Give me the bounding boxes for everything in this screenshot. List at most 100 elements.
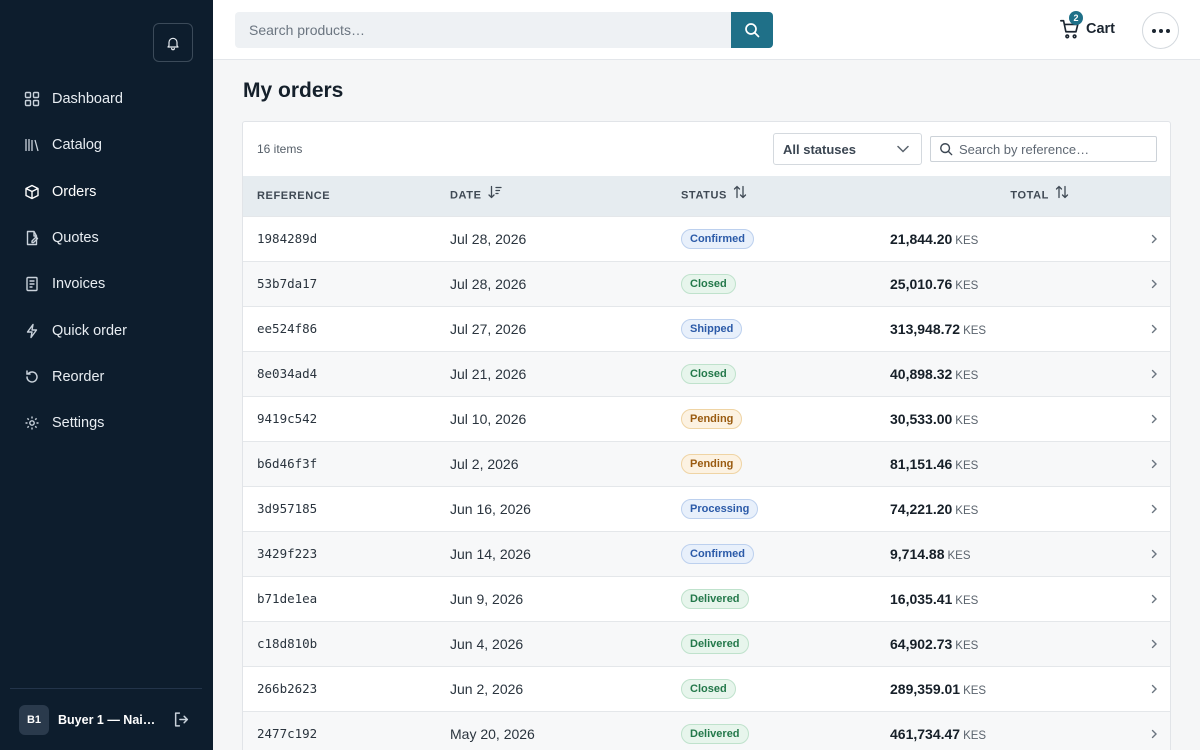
orders-table: REFERENCE DATE STATUS TOTAL 1984289d Jul … [243, 176, 1170, 750]
column-header-status[interactable]: STATUS [667, 176, 876, 216]
table-row[interactable]: ee524f86 Jul 27, 2026 Shipped 313,948.72 KES [243, 306, 1170, 351]
notifications-button[interactable] [153, 23, 193, 62]
gear-icon [24, 415, 40, 431]
cart-icon-wrap: 2 [1059, 11, 1083, 40]
row-open-button[interactable] [1122, 621, 1170, 666]
row-open-button[interactable] [1122, 216, 1170, 261]
sidebar-item-quotes[interactable]: Quotes [0, 215, 213, 261]
order-date: Jul 28, 2026 [450, 230, 527, 247]
column-header-reference: REFERENCE [243, 176, 436, 216]
chevron-right-icon [1151, 594, 1157, 603]
column-label: TOTAL [1010, 189, 1049, 202]
sidebar-nav: Dashboard Catalog Orders Quotes Invoices [0, 76, 213, 446]
order-status-cell: Closed [667, 261, 876, 306]
row-open-button[interactable] [1122, 576, 1170, 621]
table-row[interactable]: 53b7da17 Jul 28, 2026 Closed 25,010.76 KES [243, 261, 1170, 306]
table-row[interactable]: 266b2623 Jun 2, 2026 Closed 289,359.01 KES [243, 666, 1170, 711]
order-total-amount: 64,902.73 [890, 635, 953, 652]
search-button[interactable] [731, 12, 773, 48]
sidebar-item-invoices[interactable]: Invoices [0, 261, 213, 307]
table-row[interactable]: b71de1ea Jun 9, 2026 Delivered 16,035.41 KES [243, 576, 1170, 621]
sidebar-item-catalog[interactable]: Catalog [0, 122, 213, 168]
order-reference: 1984289d [257, 231, 318, 246]
order-date: May 20, 2026 [450, 725, 535, 742]
order-total-amount: 25,010.76 [890, 275, 953, 292]
product-search-input[interactable] [235, 12, 731, 48]
order-total: 40,898.32 KES [876, 351, 1122, 396]
grid-icon [24, 91, 40, 107]
column-label: STATUS [681, 189, 727, 202]
column-header-actions [1122, 176, 1170, 216]
order-date: Jul 10, 2026 [450, 410, 527, 427]
chevron-right-icon [1151, 459, 1157, 468]
product-search [235, 12, 773, 48]
table-row[interactable]: 2477c192 May 20, 2026 Delivered 461,734.47 K… [243, 711, 1170, 750]
table-row[interactable]: 9419c542 Jul 10, 2026 Pending 30,533.00 KES [243, 396, 1170, 441]
sidebar-item-quick-order[interactable]: Quick order [0, 307, 213, 353]
order-total-currency: KES [963, 684, 987, 697]
row-open-button[interactable] [1122, 351, 1170, 396]
order-status-cell: Delivered [667, 576, 876, 621]
table-row[interactable]: 3d957185 Jun 16, 2026 Processing 74,221.20 K… [243, 486, 1170, 531]
row-open-button[interactable] [1122, 261, 1170, 306]
status-badge: Delivered [681, 723, 749, 744]
order-total-amount: 21,844.20 [890, 230, 953, 247]
order-date: Jun 2, 2026 [450, 680, 524, 697]
order-date: Jun 14, 2026 [450, 545, 531, 562]
chevron-right-icon [1151, 414, 1157, 423]
order-total: 64,902.73 KES [876, 621, 1122, 666]
sidebar-item-label: Invoices [52, 276, 106, 293]
status-badge: Processing [681, 498, 759, 519]
order-status-cell: Pending [667, 396, 876, 441]
column-header-date[interactable]: DATE [436, 176, 667, 216]
order-date: Jun 16, 2026 [450, 500, 531, 517]
status-badge: Closed [681, 678, 736, 699]
table-row[interactable]: 3429f223 Jun 14, 2026 Confirmed 9,714.88 KES [243, 531, 1170, 576]
row-open-button[interactable] [1122, 396, 1170, 441]
order-total-amount: 289,359.01 [890, 680, 961, 697]
logout-button[interactable] [172, 711, 190, 729]
order-total: 81,151.46 KES [876, 441, 1122, 486]
sort-descending-icon[interactable] [487, 185, 502, 202]
sort-icon[interactable] [733, 185, 747, 202]
avatar[interactable]: B1 [19, 704, 49, 735]
sidebar-item-orders[interactable]: Orders [0, 169, 213, 215]
order-total: 313,948.72 KES [876, 306, 1122, 351]
receipt-icon [24, 276, 40, 292]
more-options-button[interactable] [1142, 12, 1179, 49]
more-horizontal-icon [1151, 28, 1170, 33]
orders-panel: 16 items All statuses REFERENCE DATE STA… [242, 121, 1171, 750]
order-reference: 8e034ad4 [257, 366, 318, 381]
sidebar-item-settings[interactable]: Settings [0, 400, 213, 446]
table-row[interactable]: b6d46f3f Jul 2, 2026 Pending 81,151.46 KES [243, 441, 1170, 486]
cart-button[interactable]: 2 Cart [1059, 11, 1115, 44]
search-icon [940, 143, 953, 156]
reference-search-input[interactable] [959, 141, 1149, 157]
order-total-amount: 16,035.41 [890, 590, 953, 607]
sort-icon[interactable] [1055, 185, 1069, 202]
books-icon [24, 137, 40, 153]
table-row[interactable]: 1984289d Jul 28, 2026 Confirmed 21,844.20 KE… [243, 216, 1170, 261]
status-badge: Pending [681, 453, 743, 474]
order-total: 16,035.41 KES [876, 576, 1122, 621]
sidebar-item-dashboard[interactable]: Dashboard [0, 76, 213, 122]
order-reference: 2477c192 [257, 726, 318, 742]
status-badge: Closed [681, 273, 736, 294]
row-open-button[interactable] [1122, 711, 1170, 750]
table-row[interactable]: 8e034ad4 Jul 21, 2026 Closed 40,898.32 KES [243, 351, 1170, 396]
row-open-button[interactable] [1122, 486, 1170, 531]
sidebar-item-label: Orders [52, 183, 97, 200]
row-open-button[interactable] [1122, 306, 1170, 351]
sidebar-item-label: Catalog [52, 137, 102, 154]
row-open-button[interactable] [1122, 531, 1170, 576]
column-header-total[interactable]: TOTAL [876, 176, 1122, 216]
sidebar-item-reorder[interactable]: Reorder [0, 354, 213, 400]
sidebar-item-label: Reorder [52, 368, 105, 385]
row-open-button[interactable] [1122, 441, 1170, 486]
table-row[interactable]: c18d810b Jun 4, 2026 Delivered 64,902.73 KES [243, 621, 1170, 666]
order-status-cell: Shipped [667, 306, 876, 351]
status-filter-select[interactable]: All statuses [773, 133, 922, 165]
row-open-button[interactable] [1122, 666, 1170, 711]
order-total-currency: KES [963, 324, 987, 337]
order-reference: 9419c542 [257, 411, 318, 426]
